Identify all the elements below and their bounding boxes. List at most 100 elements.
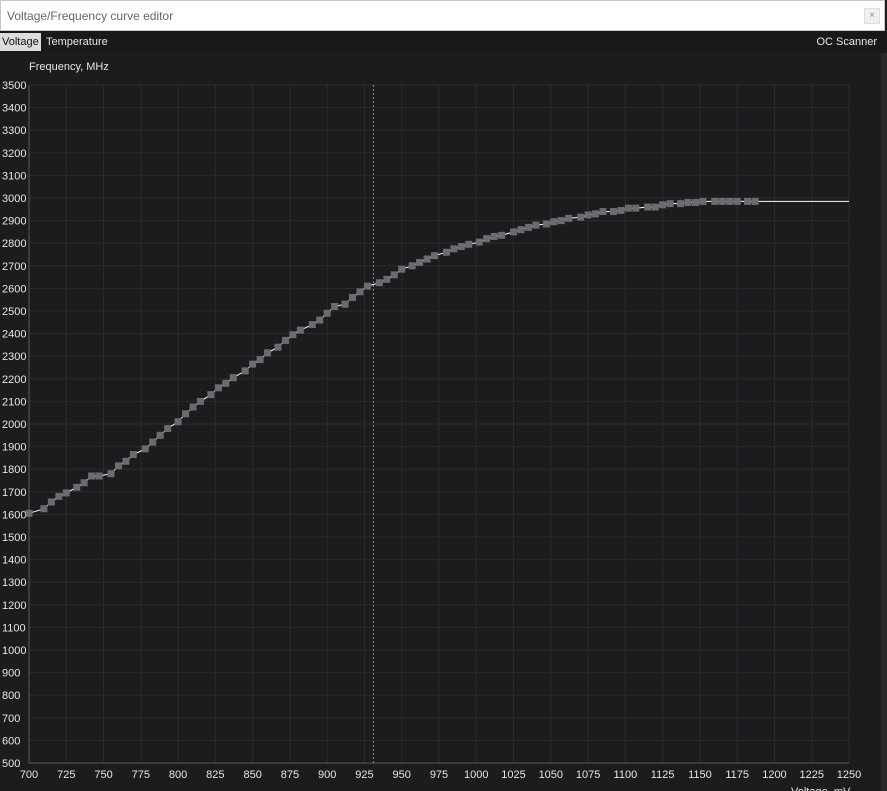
curve-point[interactable] [450,245,458,253]
curve-point[interactable] [222,379,230,387]
curve-point[interactable] [510,228,518,236]
curve-point[interactable] [95,472,103,480]
curve-point[interactable] [408,262,416,270]
curve-point[interactable] [88,472,96,480]
curve-point[interactable] [684,199,692,207]
curve-point[interactable] [490,232,498,240]
curve-point[interactable] [207,391,215,399]
curve-point[interactable] [423,255,431,263]
x-tick-label: 1000 [464,769,488,781]
curve-point[interactable] [442,248,450,256]
curve-point[interactable] [592,210,600,218]
curve-point[interactable] [73,483,81,491]
curve-point[interactable] [256,356,264,364]
curve-point[interactable] [517,226,525,234]
curve-point[interactable] [62,489,70,497]
curve-point[interactable] [617,206,625,214]
curve-point[interactable] [383,275,391,283]
curve-point[interactable] [711,197,719,205]
curve-point[interactable] [584,211,592,219]
curve-point[interactable] [174,418,182,426]
curve-point[interactable] [550,218,558,226]
curve-point[interactable] [733,197,741,205]
curve-point[interactable] [114,462,122,470]
curve-point[interactable] [542,220,550,228]
curve-point[interactable] [431,252,439,260]
curve-point[interactable] [691,199,699,207]
vertical-scrollbar[interactable] [881,53,887,791]
curve-point[interactable] [398,265,406,273]
curve-point[interactable] [483,235,491,243]
curve-point[interactable] [331,302,339,310]
curve-point[interactable] [196,397,204,405]
curve-point[interactable] [599,208,607,216]
curve-point[interactable] [281,336,289,344]
curve-point[interactable] [249,360,257,368]
curve-point[interactable] [577,213,585,221]
x-tick-label: 1150 [688,769,712,781]
curve-point[interactable] [156,431,164,439]
y-tick-label: 3100 [2,170,26,182]
curve-point[interactable] [624,204,632,212]
curve-point[interactable] [532,221,540,229]
curve-point[interactable] [457,243,465,251]
curve-point[interactable] [498,231,506,239]
curve-point[interactable] [122,457,130,465]
curve-point[interactable] [341,300,349,308]
curve-point[interactable] [651,203,659,211]
curve-point[interactable] [229,374,237,382]
curve-point[interactable] [677,200,685,208]
curve-point[interactable] [718,197,726,205]
x-tick-label: 950 [393,769,411,781]
y-tick-label: 2100 [2,396,26,408]
curve-point[interactable] [465,240,473,248]
curve-point[interactable] [524,223,532,231]
curve-point[interactable] [25,509,33,517]
curve-point[interactable] [565,214,573,222]
curve-point[interactable] [164,425,172,433]
curve-point[interactable] [726,197,734,205]
curve-point[interactable] [80,479,88,487]
y-tick-label: 3200 [2,148,26,160]
curve-point[interactable] [129,451,137,459]
curve-point[interactable] [356,288,364,296]
vf-curve-chart[interactable]: 500 600 700 800 900 1000 1100 1200 1300 1400 1500 1… [0,0,887,791]
curve-point[interactable] [289,331,297,339]
curve-point[interactable] [416,258,424,266]
curve-point[interactable] [632,204,640,212]
curve-point[interactable] [659,201,667,209]
curve-point[interactable] [264,349,272,357]
curve-point[interactable] [390,271,398,279]
curve-point[interactable] [214,384,222,392]
curve-point[interactable] [363,282,371,290]
curve-point[interactable] [699,197,707,205]
curve-point[interactable] [323,309,331,317]
x-tick-label: 775 [132,769,150,781]
curve-point[interactable] [189,403,197,411]
curve-point[interactable] [47,498,55,506]
curve-point[interactable] [644,203,652,211]
curve-point[interactable] [316,316,324,324]
x-tick-label: 875 [281,769,299,781]
curve-point[interactable] [241,367,249,375]
y-tick-label: 2500 [2,306,26,318]
curve-point[interactable] [55,492,63,500]
curve-point[interactable] [182,410,190,418]
y-tick-label: 1100 [2,622,26,634]
curve-point[interactable] [751,197,759,205]
curve-point[interactable] [296,326,304,334]
curve-point[interactable] [141,445,149,453]
curve-point[interactable] [149,438,157,446]
curve-point[interactable] [40,505,48,513]
curve-point[interactable] [609,208,617,216]
y-tick-label: 2700 [2,261,26,273]
curve-point[interactable] [274,343,282,351]
curve-point[interactable] [375,279,383,287]
curve-point[interactable] [349,293,357,301]
curve-point[interactable] [475,238,483,246]
curve-point[interactable] [557,217,565,225]
curve-point[interactable] [107,470,115,478]
curve-point[interactable] [744,197,752,205]
curve-point[interactable] [666,200,674,208]
curve-point[interactable] [308,321,316,329]
